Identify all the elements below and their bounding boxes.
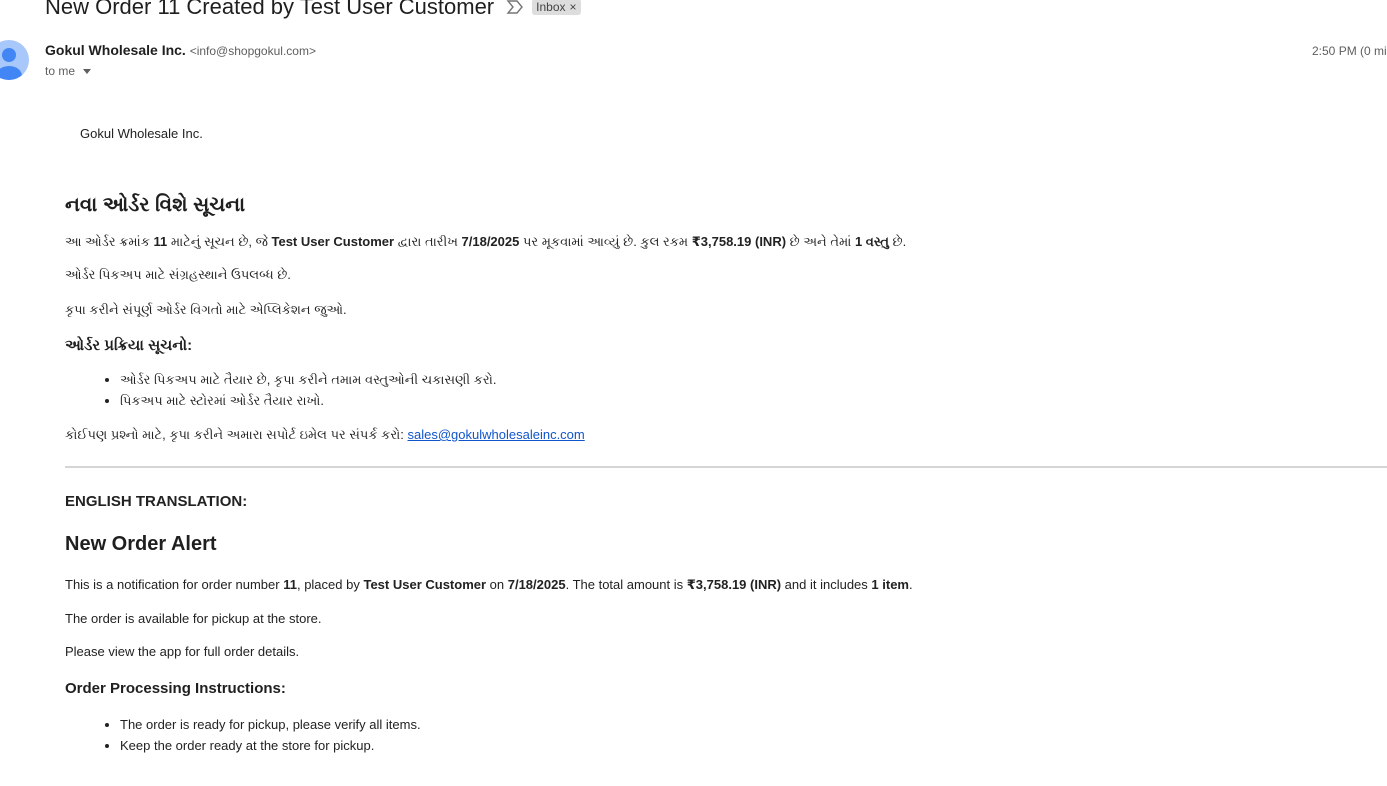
order-number: 11	[153, 234, 168, 249]
sender-row: Gokul Wholesale Inc. <info@shopgokul.com…	[45, 42, 316, 58]
english-pickup-note: The order is available for pickup at the…	[65, 611, 322, 626]
gujarati-heading: નવા ઓર્ડર વિશે સૂચના	[65, 194, 246, 216]
gujarati-view-app-note: કૃપા કરીને સંપૂર્ણ ઓર્ડર વિગતો માટે એપ્લ…	[65, 302, 347, 317]
email-timestamp: 2:50 PM (0 mi	[1312, 44, 1387, 58]
text-segment: , placed by	[296, 577, 364, 592]
order-amount: ₹3,758.19 (INR)	[691, 234, 787, 249]
remove-label-icon[interactable]: ×	[570, 0, 577, 14]
english-order-summary: This is a notification for order number …	[65, 576, 1387, 594]
text-segment: . The total amount is	[565, 577, 687, 592]
list-item: પિકઅપ માટે સ્ટોરમાં ઓર્ડર તૈયાર રાખો.	[120, 390, 1387, 411]
english-instructions-list: The order is ready for pickup, please ve…	[65, 714, 1387, 756]
english-view-app-note: Please view the app for full order detai…	[65, 644, 300, 659]
text-segment: પર મૂકવામાં આવ્યું છે. કુલ રકમ	[519, 234, 692, 249]
order-amount: ₹3,758.19 (INR)	[686, 577, 782, 592]
brand-name-text: Gokul Wholesale Inc.	[80, 126, 203, 141]
text-segment: છે અને તેમાં	[786, 234, 855, 249]
text-segment: દ્વારા તારીખ	[394, 234, 462, 249]
section-divider	[65, 466, 1387, 468]
recipient-label: to me	[45, 64, 76, 78]
support-email-link[interactable]: sales@gokulwholesaleinc.com	[408, 427, 585, 442]
sender-email: <info@shopgokul.com>	[189, 44, 316, 58]
caret-down-icon[interactable]	[83, 68, 92, 74]
subject-row: New Order 11 Created by Test User Custom…	[45, 0, 581, 22]
recipient-details-toggle[interactable]: to me	[45, 64, 92, 78]
important-marker-icon[interactable]	[506, 0, 524, 14]
inbox-label-badge[interactable]: Inbox ×	[532, 0, 581, 15]
gujarati-instructions-heading: ઓર્ડર પ્રક્રિયા સૂચનો:	[65, 337, 193, 354]
sender-avatar[interactable]	[0, 40, 29, 80]
contact-text: કોઈપણ પ્રશ્નો માટે, કૃપા કરીને અમારા સપો…	[65, 427, 408, 442]
text-segment: and it includes	[781, 577, 872, 592]
gujarati-pickup-note: ઓર્ડર પિકઅપ માટે સંગ્રહસ્થાને ઉપલબ્ધ છે.	[65, 267, 291, 282]
customer-name: Test User Customer	[271, 234, 395, 249]
inbox-label-text: Inbox	[536, 0, 566, 14]
customer-name: Test User Customer	[363, 577, 487, 592]
email-body: નવા ઓર્ડર વિશે સૂચના આ ઓર્ડર ક્રમાંક 11 …	[65, 190, 1387, 756]
text-segment: on	[486, 577, 508, 592]
list-item: Keep the order ready at the store for pi…	[120, 735, 1387, 756]
gujarati-contact-line: કોઈપણ પ્રશ્નો માટે, કૃપા કરીને અમારા સપો…	[65, 426, 1387, 444]
order-number: 11	[283, 577, 297, 592]
list-item: The order is ready for pickup, please ve…	[120, 714, 1387, 735]
order-date: 7/18/2025	[507, 577, 566, 592]
email-subject: New Order 11 Created by Test User Custom…	[45, 0, 495, 19]
order-date: 7/18/2025	[461, 234, 520, 249]
english-instructions-heading: Order Processing Instructions:	[65, 680, 286, 697]
text-segment: This is a notification for order number	[65, 577, 284, 592]
gujarati-instructions-list: ઓર્ડર પિકઅપ માટે તૈયાર છે, કૃપા કરીને તમ…	[65, 369, 1387, 411]
item-count: 1 વસ્તુ	[854, 234, 889, 249]
text-segment: છે.	[888, 234, 907, 249]
item-count: 1 item	[871, 577, 909, 592]
gujarati-order-summary: આ ઓર્ડર ક્રમાંક 11 માટેનું સૂચન છે, જે T…	[65, 233, 1387, 251]
translation-label: ENGLISH TRANSLATION:	[65, 493, 248, 510]
text-segment: માટેનું સૂચન છે, જે	[167, 234, 272, 249]
english-heading: New Order Alert	[65, 533, 217, 555]
sender-name[interactable]: Gokul Wholesale Inc.	[45, 42, 186, 58]
list-item: ઓર્ડર પિકઅપ માટે તૈયાર છે, કૃપા કરીને તમ…	[120, 369, 1387, 390]
text-segment: આ ઓર્ડર ક્રમાંક	[65, 234, 154, 249]
text-segment: .	[908, 577, 913, 592]
